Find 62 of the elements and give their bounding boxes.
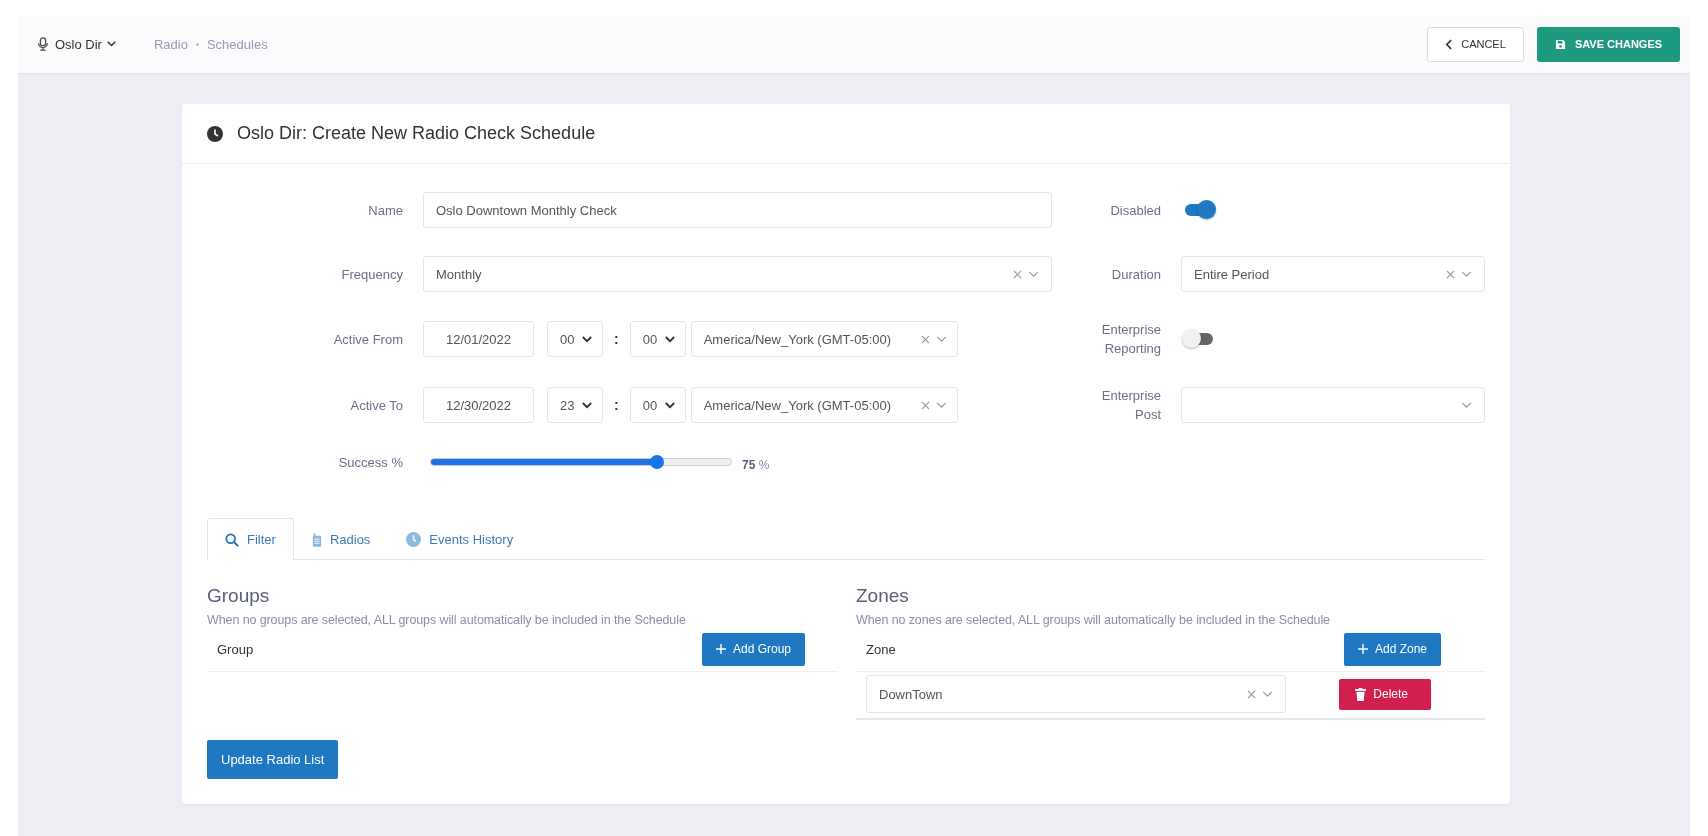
clear-icon[interactable] (1247, 689, 1256, 699)
field-label: Active To (350, 397, 403, 413)
section-hint: When no groups are selected, ALL groups will automatically be included in the Schedule (207, 613, 687, 627)
tab[interactable]: Filter (207, 518, 294, 560)
timezone-dropdown[interactable]: America/New_York (GMT-05:00) (690, 321, 958, 357)
clear-icon[interactable] (920, 400, 930, 410)
minute-select[interactable]: 00 (629, 321, 686, 357)
zone-dropdown[interactable]: DownTown (866, 675, 1286, 713)
save-changes-button[interactable]: SAVE CHANGES (1537, 26, 1680, 62)
microphone-icon (36, 37, 50, 51)
field-label: Name (368, 202, 403, 218)
save-icon (1554, 38, 1566, 50)
add-group-button[interactable]: Add Group (701, 632, 805, 666)
column-header: Zone (866, 641, 896, 657)
org-selector[interactable]: Oslo Dir (55, 36, 102, 52)
field-label: Enterprise Post (1100, 387, 1161, 424)
duration-dropdown[interactable]: Entire Period (1181, 256, 1485, 292)
time-separator: : (614, 397, 619, 413)
tab[interactable]: Events History (388, 518, 532, 560)
cancel-button[interactable]: CANCEL (1427, 26, 1524, 62)
chevron-down-icon (582, 401, 592, 409)
chevron-down-icon[interactable] (106, 41, 116, 47)
walkie-talkie-icon (311, 532, 322, 547)
column-header: Group (217, 641, 254, 657)
minute-select[interactable]: 00 (629, 387, 686, 423)
date-field[interactable]: 12/01/2022 (423, 321, 534, 357)
search-icon (225, 532, 239, 547)
trash-icon (1355, 687, 1367, 701)
clear-icon[interactable] (1446, 269, 1455, 279)
update-radio-list-button[interactable]: Update Radio List (207, 740, 339, 779)
clock-icon (406, 532, 422, 547)
delete-button[interactable]: Delete (1339, 678, 1431, 710)
field-label: Success % (338, 454, 403, 470)
card-title: Oslo Dir: Create New Radio Check Schedule (237, 123, 596, 144)
success-slider[interactable] (430, 454, 732, 470)
chevron-down-icon (664, 335, 675, 343)
frequency-dropdown[interactable]: Monthly (423, 256, 1052, 292)
add-zone-button[interactable]: Add Zone (1343, 632, 1441, 666)
tab[interactable]: Radios (293, 518, 389, 560)
field-label: Frequency (341, 266, 403, 282)
name-field[interactable]: Oslo Downtown Monthly Check (423, 192, 1052, 228)
hour-select[interactable]: 23 (547, 387, 603, 423)
field-label: Duration (1111, 266, 1161, 282)
date-field[interactable]: 12/30/2022 (423, 387, 534, 423)
time-separator: : (614, 331, 619, 347)
slider-value: 75 % (742, 458, 770, 472)
timezone-dropdown[interactable]: America/New_York (GMT-05:00) (690, 387, 958, 423)
chevron-down-icon (582, 335, 592, 343)
chevron-down-icon (664, 401, 675, 409)
chevron-left-icon (1445, 38, 1453, 50)
clear-icon[interactable] (920, 334, 930, 344)
section-heading: Zones (856, 585, 910, 607)
field-label: Enterprise Reporting (1100, 321, 1161, 358)
section-heading: Groups (207, 585, 271, 607)
field-label: Disabled (1110, 202, 1161, 218)
plus-icon (1357, 644, 1368, 654)
plus-icon (715, 644, 726, 654)
hour-select[interactable]: 00 (547, 321, 603, 357)
clock-icon (207, 125, 223, 142)
section-hint: When no zones are selected, ALL groups will automatically be included in the Schedule (856, 613, 1331, 627)
field-label: Active From (333, 331, 403, 347)
clear-icon[interactable] (1013, 269, 1022, 279)
